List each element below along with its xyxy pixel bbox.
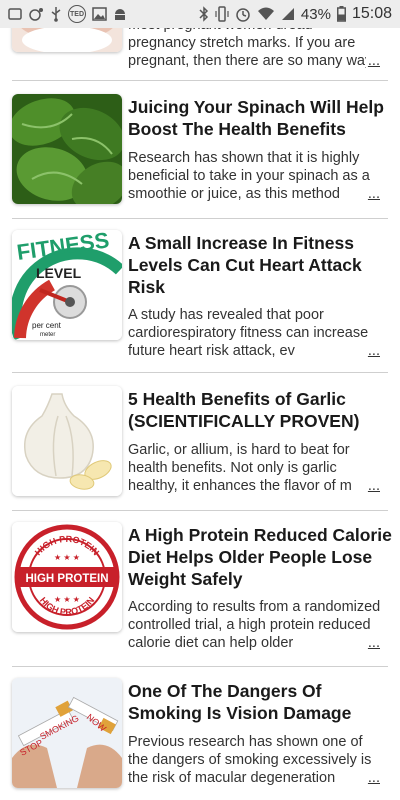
ted-icon: TED xyxy=(68,5,86,23)
divider xyxy=(12,80,388,81)
garlic-thumbnail xyxy=(12,386,122,496)
read-more-link[interactable]: ... xyxy=(365,52,380,70)
usb-icon xyxy=(50,6,62,22)
read-more-link[interactable]: ... xyxy=(365,769,380,787)
image-icon xyxy=(92,7,107,21)
article-title[interactable]: Juicing Your Spinach Will Help Boost The… xyxy=(128,96,392,140)
wifi-icon xyxy=(257,7,275,21)
article-title[interactable]: A Small Increase In Fitness Levels Can C… xyxy=(128,232,392,298)
article-summary: A study has revealed that poor cardiores… xyxy=(128,307,369,359)
read-more-link[interactable]: ... xyxy=(365,185,380,203)
divider xyxy=(12,666,388,667)
read-more-link[interactable]: ... xyxy=(365,634,380,652)
stop-smoking-thumbnail: STOP SMOKING NOW xyxy=(12,678,122,788)
article-title[interactable]: A High Protein Reduced Calorie Diet Help… xyxy=(128,524,392,590)
settings-dots-icon xyxy=(28,6,44,22)
spinach-thumbnail xyxy=(12,94,122,204)
signal-icon xyxy=(281,7,295,21)
battery-icon xyxy=(336,6,346,22)
fitness-level-gauge-thumbnail: FITNESS LEVEL per cent meter xyxy=(12,230,122,340)
article-summary: Garlic, or allium, is hard to beat for h… xyxy=(128,442,352,494)
article-title[interactable]: 5 Health Benefits of Garlic (SCIENTIFICA… xyxy=(128,388,392,432)
article-summary: According to results from a randomized c… xyxy=(128,599,381,651)
blank-notification-icon xyxy=(8,7,22,21)
alarm-icon xyxy=(235,6,251,22)
level-text: LEVEL xyxy=(36,265,82,281)
article-summary: Previous research has shown one of the d… xyxy=(128,734,372,786)
read-more-link[interactable]: ... xyxy=(365,477,380,495)
stamp-center-text: HIGH PROTEIN xyxy=(25,573,108,585)
per-cent-text: per cent xyxy=(32,321,62,330)
clock: 15:08 xyxy=(351,5,392,22)
read-more-link[interactable]: ... xyxy=(365,342,380,360)
status-bar: TED 43% 15:08 xyxy=(0,0,400,28)
divider xyxy=(12,218,388,219)
meter-text: meter xyxy=(40,332,55,338)
article-feed[interactable]: Most pregnant women dread pregnancy stre… xyxy=(0,0,400,800)
battery-percent: 43% xyxy=(300,5,331,23)
vibrate-icon xyxy=(215,6,229,22)
android-icon xyxy=(113,7,127,21)
divider xyxy=(12,510,388,511)
high-protein-stamp-thumbnail: HIGH PROTEIN HIGH PROTEIN HIGH PROTEIN ★… xyxy=(12,522,122,632)
svg-text:★ ★ ★: ★ ★ ★ xyxy=(54,595,80,604)
svg-text:★ ★ ★: ★ ★ ★ xyxy=(54,553,80,562)
article-title[interactable]: One Of The Dangers Of Smoking Is Vision … xyxy=(128,680,392,724)
bluetooth-icon xyxy=(199,6,209,22)
divider xyxy=(12,372,388,373)
article-summary: Research has shown that it is highly ben… xyxy=(128,150,370,202)
